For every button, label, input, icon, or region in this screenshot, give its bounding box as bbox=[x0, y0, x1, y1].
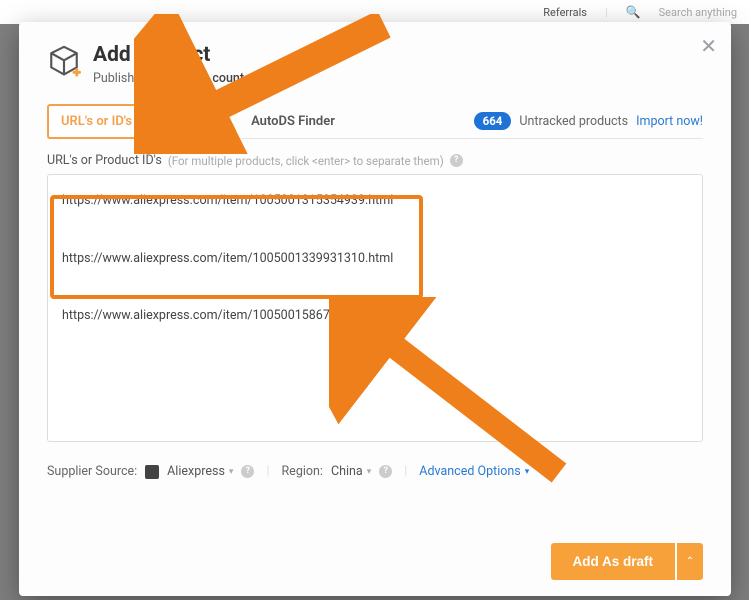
untracked-label: Untracked products bbox=[519, 114, 628, 129]
add-as-draft-button[interactable]: Add As draft bbox=[551, 543, 676, 580]
supplier-source-label: Supplier Source: bbox=[47, 464, 137, 479]
page-topbar: Referrals | 🔍 Search anything bbox=[0, 0, 749, 24]
search-icon[interactable]: 🔍 bbox=[626, 5, 641, 19]
chevron-down-icon: ▾ bbox=[229, 467, 234, 477]
tab-autods-finder[interactable]: AutoDS Finder bbox=[239, 106, 347, 137]
import-now-link[interactable]: Import now! bbox=[636, 114, 703, 129]
publish-to-label: Publish to: bbox=[93, 71, 151, 86]
tabs: URL's or ID's Upload CSV AutoDS Finder 6… bbox=[47, 104, 703, 139]
edit-store-icon[interactable]: ✎ bbox=[263, 72, 273, 86]
tab-urls-or-ids[interactable]: URL's or ID's bbox=[47, 104, 146, 139]
untracked-count-badge: 664 bbox=[474, 112, 512, 130]
modal-title: Add Product bbox=[93, 44, 273, 67]
close-icon[interactable]: ✕ bbox=[700, 34, 717, 58]
add-product-modal: ✕ Add Product Publish to: Pet count | ✎ bbox=[19, 22, 731, 596]
advanced-options-toggle[interactable]: Advanced Options ▾ bbox=[419, 464, 529, 479]
help-icon[interactable]: ? bbox=[450, 154, 463, 167]
chevron-down-icon: ▾ bbox=[367, 467, 372, 477]
help-icon[interactable]: ? bbox=[241, 465, 254, 478]
search-placeholder[interactable]: Search anything bbox=[659, 6, 737, 19]
chevron-down-icon: ▾ bbox=[525, 467, 530, 477]
supplier-logo-icon bbox=[145, 465, 159, 479]
region-select[interactable]: China ▾ bbox=[331, 464, 371, 479]
referrals-link[interactable]: Referrals bbox=[543, 6, 587, 19]
urls-textarea[interactable] bbox=[47, 174, 703, 442]
supplier-source-select[interactable]: Aliexpress ▾ bbox=[167, 464, 233, 479]
help-icon[interactable]: ? bbox=[379, 465, 392, 478]
publish-to-value[interactable]: Pet count bbox=[159, 71, 244, 86]
tab-upload-csv[interactable]: Upload CSV bbox=[146, 106, 239, 137]
product-box-icon bbox=[47, 44, 81, 82]
urls-input-label: URL's or Product ID's bbox=[47, 153, 162, 168]
region-label: Region: bbox=[281, 464, 322, 479]
urls-input-hint: (For multiple products, click <enter> to… bbox=[168, 154, 444, 168]
add-as-draft-dropdown[interactable]: ⌃ bbox=[677, 543, 703, 580]
